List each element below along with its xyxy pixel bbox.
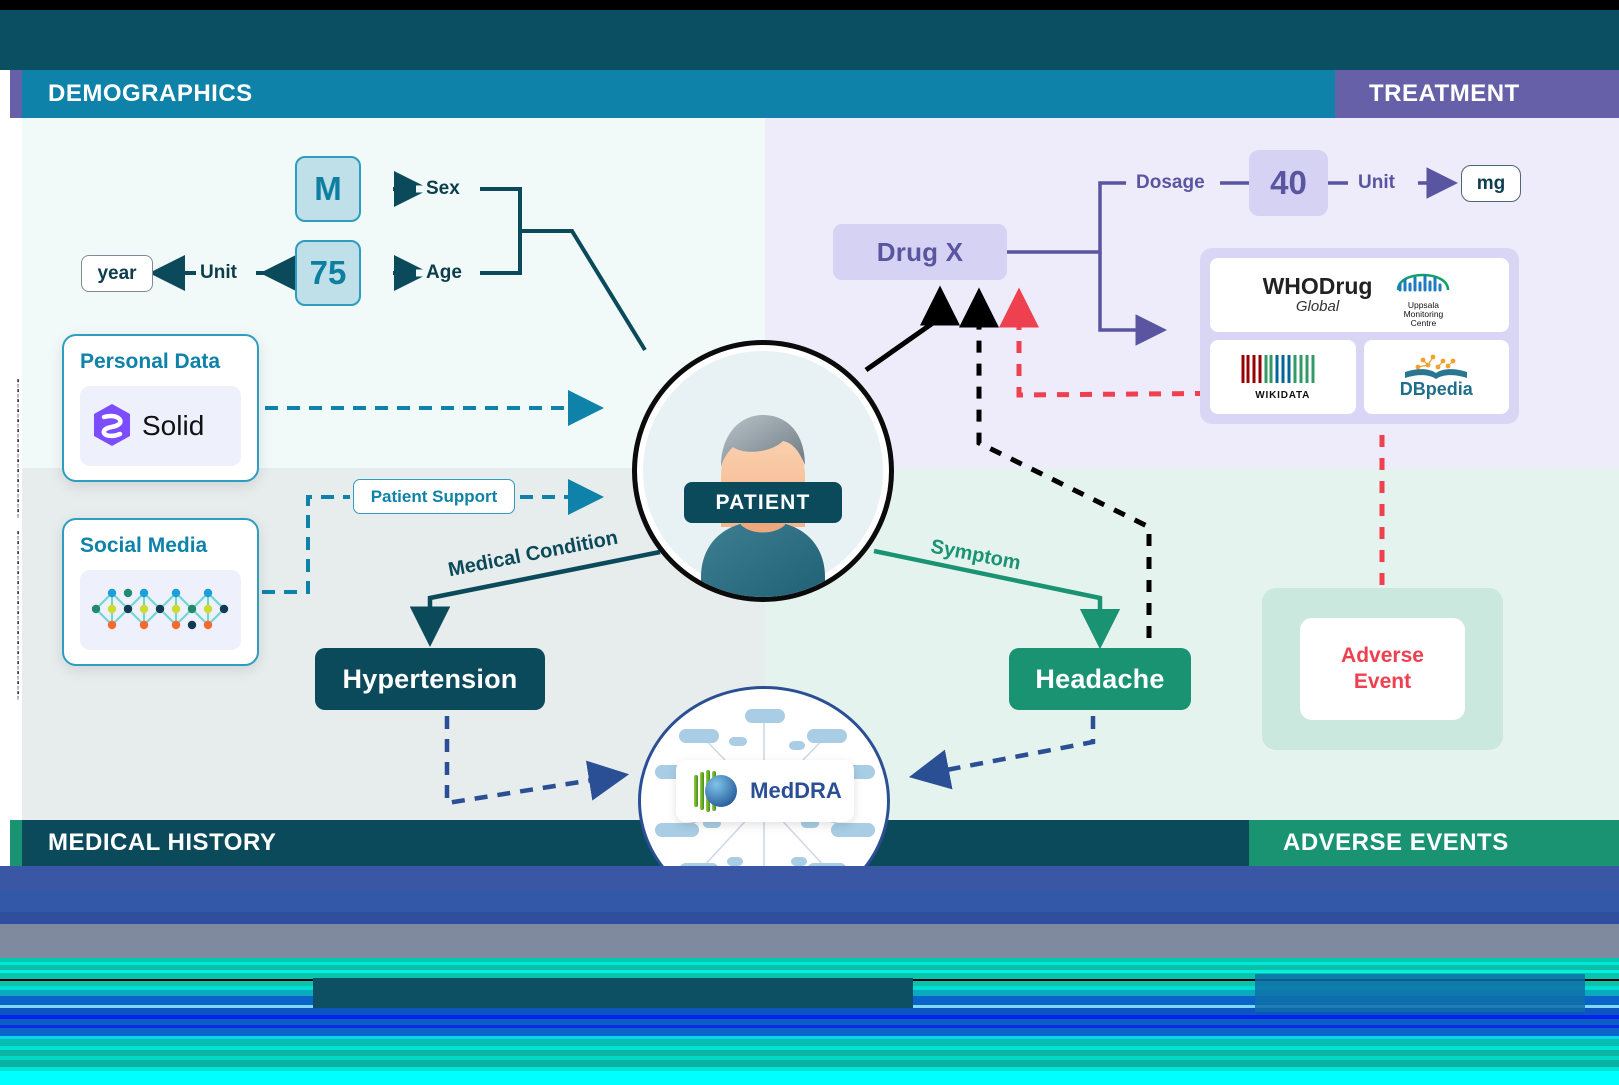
top-banner (0, 8, 1619, 70)
adverse-event-line1: Adverse (1341, 643, 1424, 667)
age-value: 75 (309, 254, 347, 291)
glitch-stripe (0, 924, 1619, 950)
age-unit-edge-label: Unit (200, 262, 237, 283)
patient-circle[interactable] (632, 340, 894, 602)
quadrant-header-adverse-events: ADVERSE EVENTS (1249, 820, 1619, 866)
dbpedia-name: DBpedia (1399, 379, 1473, 399)
patient-avatar-icon (701, 415, 825, 597)
umc-line3: Centre (1410, 317, 1437, 328)
adverse-events-label: ADVERSE EVENTS (1283, 829, 1509, 856)
age-unit-value-box[interactable]: year (81, 255, 153, 292)
sex-edge-label: Sex (426, 178, 460, 199)
glitch-stripe (0, 890, 1619, 912)
uppsala-monitoring-centre-logo: Uppsala Monitoring Centre (1390, 262, 1456, 328)
personal-data-title: Personal Data (80, 350, 221, 373)
top-banner-ghost-text (480, 22, 1160, 58)
adverse-event-line2: Event (1353, 670, 1412, 693)
ontology-wikidata[interactable]: WIKIDATA (1210, 340, 1356, 414)
source-card-social-media[interactable]: Social Media (62, 518, 259, 666)
whodrug-name: WHODrug (1262, 272, 1373, 299)
glitch-stripe (0, 1028, 1619, 1036)
solid-logo: Solid (80, 386, 241, 466)
dosage-value-box[interactable]: 40 (1249, 150, 1328, 216)
social-network-icon (80, 570, 241, 650)
drug-label: Drug X (876, 236, 964, 267)
medical-history-label: MEDICAL HISTORY (48, 829, 277, 856)
social-media-title: Social Media (80, 534, 208, 557)
ontology-dbpedia[interactable]: DBpedia (1363, 340, 1509, 414)
glitch-stripe (0, 1039, 1619, 1046)
demographics-label: DEMOGRAPHICS (48, 80, 253, 107)
dosage-unit-value-box[interactable]: mg (1461, 165, 1521, 202)
wikidata-bars-icon (1241, 355, 1315, 383)
treatment-label: TREATMENT (1369, 80, 1520, 107)
hypertension-label: Hypertension (342, 663, 518, 694)
adverse-event-node[interactable]: Adverse Event (1300, 618, 1465, 720)
dbpedia-logo: DBpedia (1399, 354, 1473, 400)
ontology-whodrug-umc[interactable]: WHODrug Global Uppsala Monitoring Centre (1210, 258, 1509, 332)
quadrant-header-medical-history: MEDICAL HISTORY (22, 820, 1249, 866)
top-black-bar-right (760, 0, 1619, 8)
patient-support-label: Patient Support (370, 486, 498, 506)
patient-label: PATIENT (715, 490, 811, 514)
glitch-logo-artifact (1255, 974, 1585, 1012)
network-graph-icon (91, 588, 228, 630)
dosage-edge-label: Dosage (1136, 172, 1205, 193)
wikidata-name: WIKIDATA (1255, 390, 1311, 401)
patient-support-node[interactable]: Patient Support (353, 479, 515, 514)
meddra-logo-plate: MedDRA (676, 760, 854, 822)
glitch-stripe (0, 1060, 1619, 1067)
patient-label-tag: PATIENT (684, 482, 842, 523)
sex-value: M (314, 170, 342, 207)
hypertension-node[interactable]: Hypertension (315, 648, 545, 710)
whodrug-sub: Global (1295, 297, 1340, 315)
meddra-logo-icon (694, 770, 738, 812)
solid-logo-icon: Solid (93, 404, 204, 446)
left-edge-artifact-top: ▮▯▮▯▮▯▮▯▮▯▮▯▮▯▮▯▮▯▮▯▮▯▮▯▮▯▮▯▮▯▮ (15, 378, 20, 518)
svg-text:Solid: Solid (142, 410, 204, 441)
glitch-bar-artifact (313, 978, 913, 1008)
glitch-stripe (0, 1071, 1619, 1085)
age-unit-value: year (97, 262, 137, 284)
glitch-stripe (0, 912, 1619, 924)
dbpedia-sparkle-icon (1405, 354, 1468, 379)
whodrug-logo: WHODrug Global (1262, 272, 1373, 315)
meddra-label: MedDRA (750, 778, 842, 803)
quadrant-header-demographics: DEMOGRAPHICS (22, 70, 1335, 118)
source-card-personal-data[interactable]: Personal Data Solid (62, 334, 259, 482)
bottom-glitch-band (0, 866, 1619, 1085)
dosage-value: 40 (1270, 164, 1307, 201)
drug-node[interactable]: Drug X (833, 224, 1007, 280)
glitch-stripe (0, 866, 1619, 890)
age-value-box[interactable]: 75 (295, 240, 361, 306)
dosage-unit-edge-label: Unit (1358, 172, 1395, 193)
sex-value-box[interactable]: M (295, 156, 361, 222)
ontology-panel: WHODrug Global Uppsala Monitoring Centre… (1200, 248, 1519, 424)
glitch-stripe (0, 950, 1619, 958)
left-edge-artifact-bottom: ▮▯▮▯▮▯▮▯▮▯▮▯▮▯▮▯▮▯▮▯▮▯▮▯▮▯▮▯▮▯▮▯▮▯ (15, 530, 20, 700)
headache-node[interactable]: Headache (1009, 648, 1191, 710)
headache-label: Headache (1035, 663, 1165, 694)
wikidata-logo: WIKIDATA (1237, 353, 1329, 401)
dosage-unit-value: mg (1476, 172, 1506, 194)
diagram-canvas: DEMOGRAPHICS TREATMENT MEDICAL HISTORY A… (0, 0, 1619, 1085)
umc-wave-icon (1397, 273, 1450, 292)
age-edge-label: Age (426, 262, 462, 283)
quadrant-header-treatment: TREATMENT (1335, 70, 1619, 118)
